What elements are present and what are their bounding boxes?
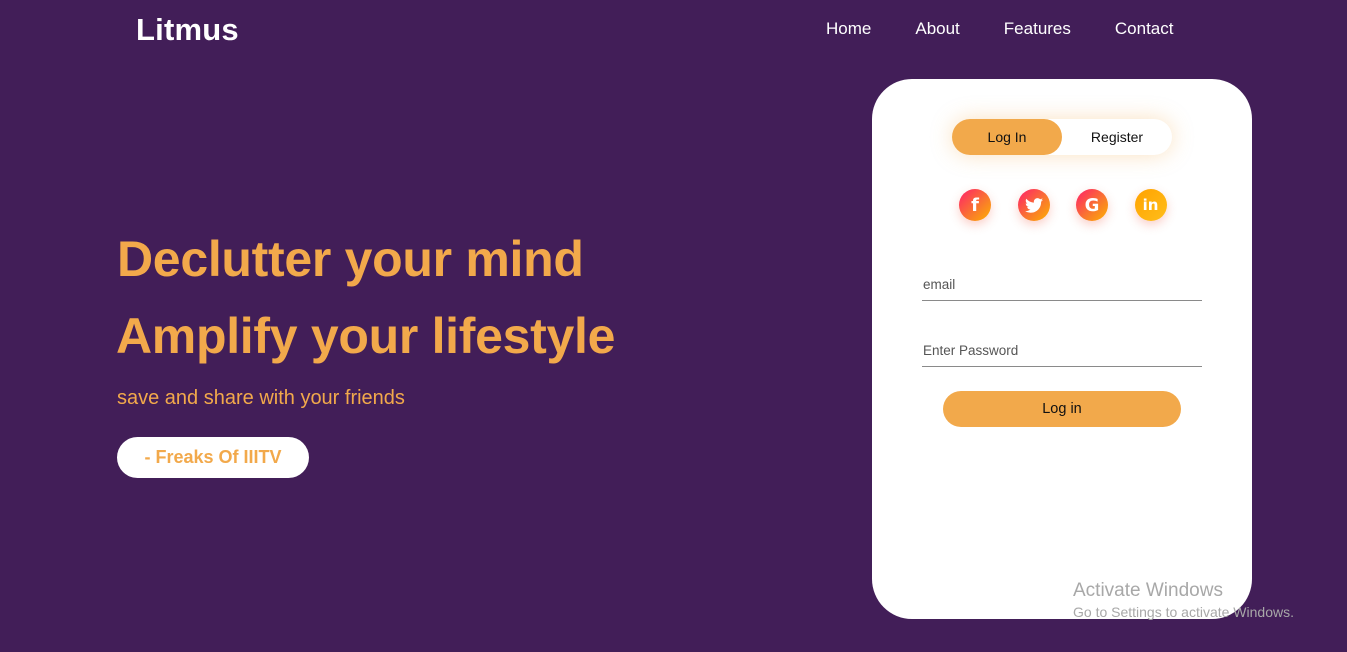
social-login-row: f G in (959, 189, 1167, 221)
linkedin-icon[interactable]: in (1134, 189, 1167, 221)
twitter-bird-glyph (1024, 197, 1043, 213)
watermark-title: Activate Windows (1073, 580, 1223, 601)
hero-heading-line2: Amplify your lifestyle (116, 308, 616, 364)
watermark-subtitle: Go to Settings to activate Windows. (1073, 604, 1294, 620)
hero-heading-line1: Declutter your mind (117, 231, 584, 287)
brand-logo[interactable]: Litmus (136, 12, 239, 48)
email-field[interactable] (922, 269, 1202, 301)
nav-contact[interactable]: Contact (1115, 19, 1174, 39)
nav-about[interactable]: About (915, 19, 959, 39)
facebook-icon[interactable]: f (959, 189, 991, 221)
twitter-icon[interactable] (1017, 189, 1050, 221)
tab-login[interactable]: Log In (952, 119, 1062, 155)
nav-home[interactable]: Home (826, 19, 871, 39)
auth-card: Log In Register f G in Log in (872, 79, 1252, 619)
windows-activation-watermark: Activate Windows Go to Settings to activ… (1073, 580, 1294, 620)
nav-features[interactable]: Features (1004, 19, 1071, 39)
top-nav: Home About Features Contact (826, 19, 1173, 39)
login-submit-button[interactable]: Log in (943, 391, 1181, 427)
hero-subtitle: save and share with your friends (117, 387, 405, 409)
team-tag-button[interactable]: - Freaks Of IIITV (117, 437, 309, 478)
tab-register[interactable]: Register (1062, 119, 1172, 155)
password-field[interactable] (922, 335, 1202, 367)
auth-tab-toggle: Log In Register (952, 119, 1172, 155)
google-icon[interactable]: G (1076, 189, 1108, 221)
